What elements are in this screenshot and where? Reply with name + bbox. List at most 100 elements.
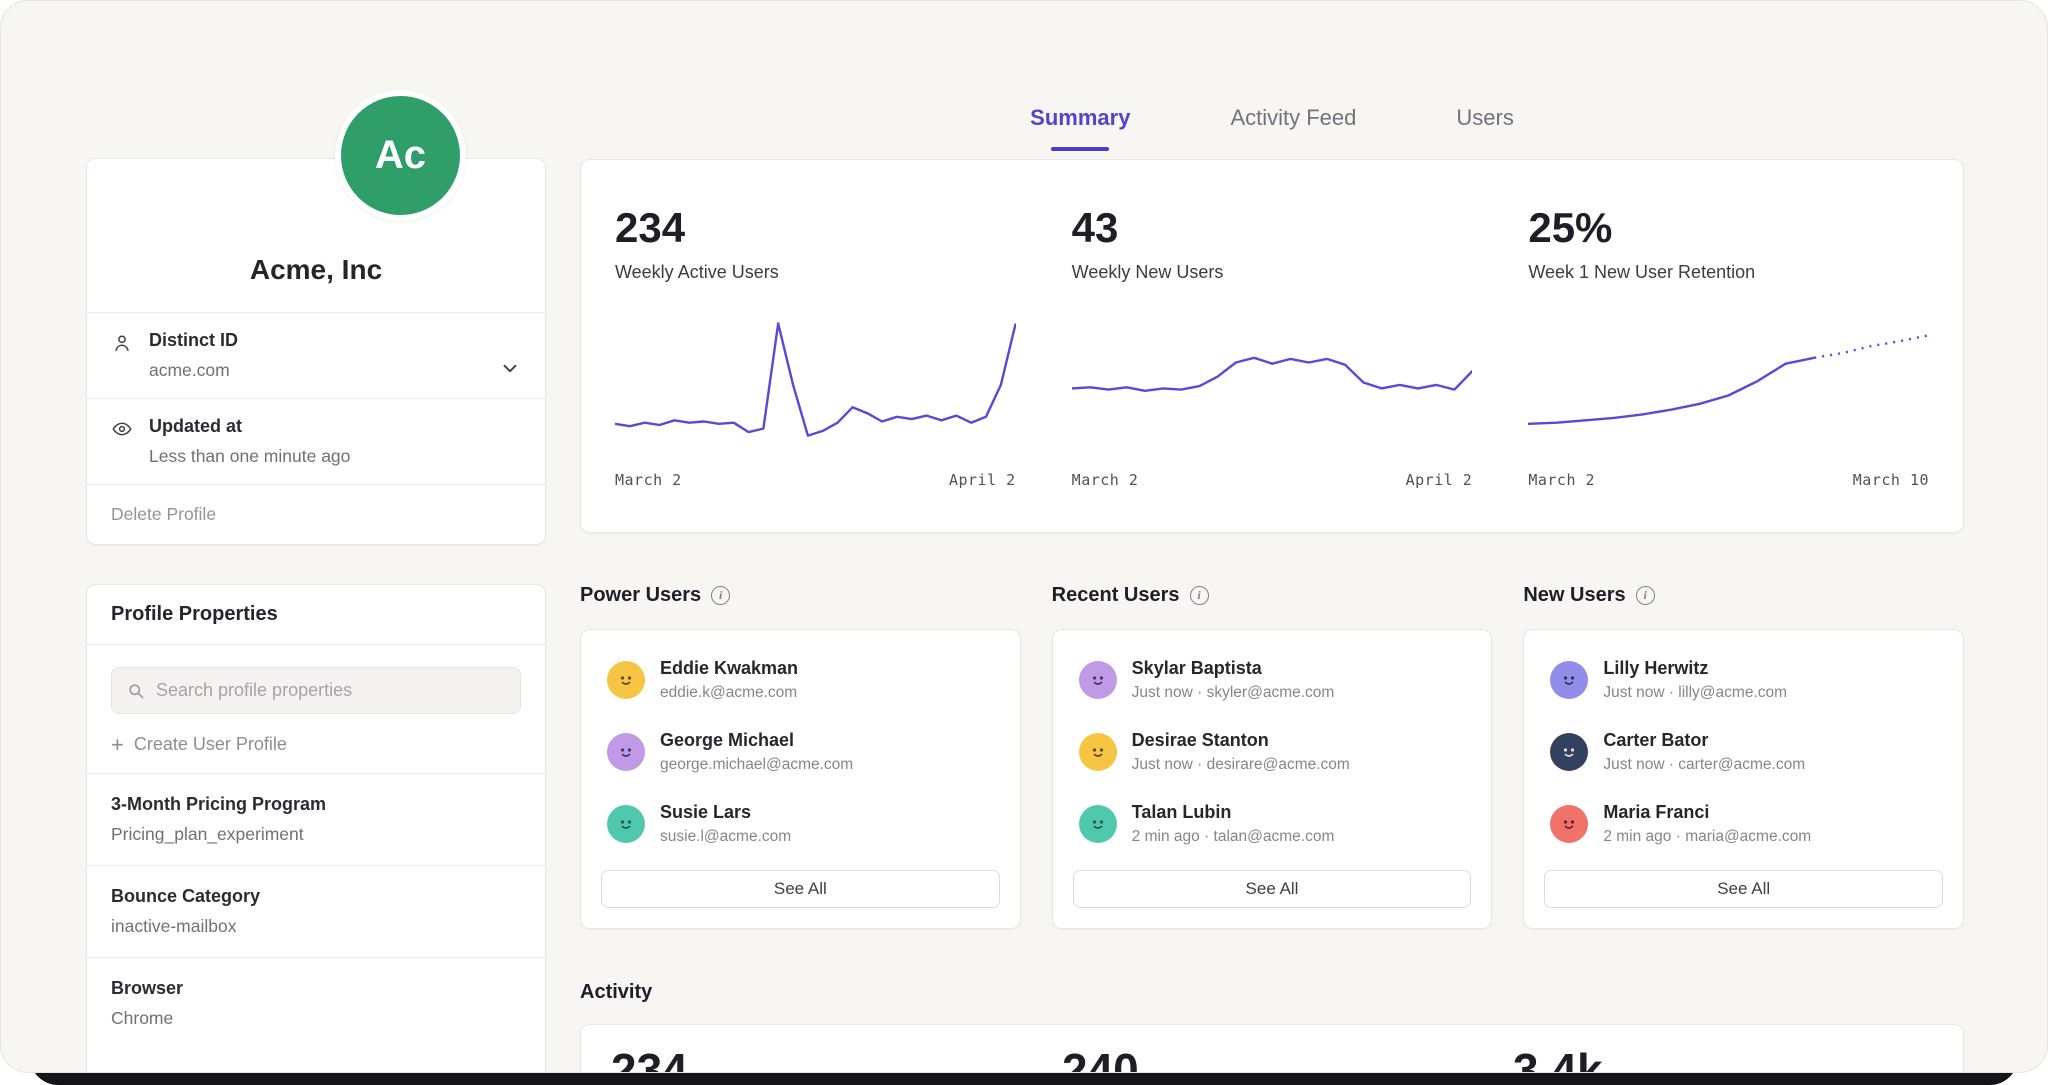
user-name: Maria Franci [1603,802,1811,823]
app-container: Ac Acme, Inc Distinct ID acme.com [0,0,2048,1073]
user-list-item[interactable]: Desirae Stanton Just now · desirare@acme… [1053,716,1492,788]
user-avatar [1550,733,1588,771]
property-value: Pricing_plan_experiment [111,824,521,845]
user-list-item[interactable]: Talan Lubin 2 min ago · talan@acme.com [1053,788,1492,860]
x-axis-ticks: March 2 April 2 [1072,471,1473,489]
user-name: Eddie Kwakman [660,658,798,679]
metric-label: Weekly Active Users [615,262,1016,283]
smiley-face-icon [1086,668,1110,692]
property-name: Bounce Category [111,886,521,907]
user-list-item[interactable]: Eddie Kwakman eddie.k@acme.com [581,644,1020,716]
user-avatar [607,805,645,843]
metric-weekly-new-users: 43 Weekly New Users March 2 April 2 [1072,160,1473,532]
user-name: Desirae Stanton [1132,730,1350,751]
user-meta: susie.l@acme.com [660,828,791,846]
tick-start: March 2 [615,471,682,489]
user-avatar [607,661,645,699]
metric-value: 234 [615,204,1016,252]
recent-users-section: Recent Users i Skylar Baptista Just now … [1052,584,1493,929]
section-title: Power Users [580,584,701,607]
user-name: Susie Lars [660,802,791,823]
user-name: Carter Bator [1603,730,1805,751]
recent-users-header: Recent Users i [1052,584,1493,607]
tab-activity-feed[interactable]: Activity Feed [1230,105,1356,151]
new-users-section: New Users i Lilly Herwitz Just now · lil… [1523,584,1964,929]
smiley-face-icon [1557,812,1581,836]
property-row: 3-Month Pricing Program Pricing_plan_exp… [87,773,545,865]
user-avatar [1079,805,1117,843]
user-avatar [607,733,645,771]
search-input[interactable] [156,680,506,701]
x-axis-ticks: March 2 March 10 [1528,471,1929,489]
delete-profile-button[interactable]: Delete Profile [87,484,545,544]
activity-metric-col: 3.4k [1513,1043,1933,1073]
user-avatar [1550,805,1588,843]
updated-at-row: Updated at Less than one minute ago [87,398,545,484]
user-list-item[interactable]: Maria Franci 2 min ago · maria@acme.com [1524,788,1963,860]
weekly-active-users-chart [615,313,1016,445]
new-users-header: New Users i [1523,584,1964,607]
tab-summary[interactable]: Summary [1030,105,1130,151]
user-avatar [1550,661,1588,699]
see-all-button[interactable]: See All [1073,870,1472,908]
activity-metric-col: 234 [611,1043,1031,1073]
user-list-item[interactable]: Carter Bator Just now · carter@acme.com [1524,716,1963,788]
user-name: Talan Lubin [1132,802,1335,823]
user-avatar [1079,661,1117,699]
company-avatar: Ac [335,90,466,221]
profile-card-head: Acme, Inc [87,159,545,312]
window: Ac Acme, Inc Distinct ID acme.com [0,0,2048,1085]
smiley-face-icon [614,812,638,836]
info-icon[interactable]: i [1636,586,1655,605]
user-meta: Just now · desirare@acme.com [1132,756,1350,774]
see-all-button[interactable]: See All [1544,870,1943,908]
activity-card: 234 240 3.4k [580,1024,1964,1073]
activity-section-title: Activity [580,981,1964,1004]
user-meta: Just now · skyler@acme.com [1132,684,1335,702]
tab-users[interactable]: Users [1456,105,1513,151]
property-value: Chrome [111,1008,521,1029]
divider [87,644,545,645]
search-icon [126,681,146,701]
plus-icon: + [111,736,124,754]
user-list-item[interactable]: George Michael george.michael@acme.com [581,716,1020,788]
property-value: inactive-mailbox [111,916,521,937]
metric-value: 25% [1528,204,1929,252]
smiley-face-icon [1557,740,1581,764]
section-title: Recent Users [1052,584,1180,607]
user-meta: 2 min ago · maria@acme.com [1603,828,1811,846]
company-name: Acme, Inc [250,254,382,286]
property-name: Browser [111,978,521,999]
user-meta: eddie.k@acme.com [660,684,798,702]
smiley-face-icon [1086,740,1110,764]
metric-value: 43 [1072,204,1473,252]
user-list-item[interactable]: Skylar Baptista Just now · skyler@acme.c… [1053,644,1492,716]
power-users-section: Power Users i Eddie Kwakman eddie.k@acme… [580,584,1021,929]
user-name: Skylar Baptista [1132,658,1335,679]
distinct-id-row[interactable]: Distinct ID acme.com [87,312,545,398]
info-icon[interactable]: i [1190,586,1209,605]
tick-end: April 2 [1406,471,1473,489]
info-icon[interactable]: i [711,586,730,605]
smiley-face-icon [1557,668,1581,692]
tick-start: March 2 [1528,471,1595,489]
updated-at-text: Updated at Less than one minute ago [149,416,350,467]
eye-icon [111,418,133,440]
profile-card: Acme, Inc Distinct ID acme.com [86,158,546,545]
create-user-profile-button[interactable]: + Create User Profile [111,734,287,755]
user-meta: george.michael@acme.com [660,756,853,774]
updated-at-value: Less than one minute ago [149,446,350,467]
see-all-button[interactable]: See All [601,870,1000,908]
profile-sidebar: Ac Acme, Inc Distinct ID acme.com [86,1,546,1073]
new-users-card: Lilly Herwitz Just now · lilly@acme.com … [1523,629,1964,929]
user-list-item[interactable]: Lilly Herwitz Just now · lilly@acme.com [1524,644,1963,716]
chevron-down-icon[interactable] [499,357,521,379]
updated-at-label: Updated at [149,416,350,437]
metric-label: Week 1 New User Retention [1528,262,1929,283]
metric-week1-retention: 25% Week 1 New User Retention March 2 Ma… [1528,160,1929,532]
profile-properties-search[interactable] [111,667,521,714]
profile-properties-card: Profile Properties + Create User Profile… [86,584,546,1073]
week1-retention-chart [1528,313,1929,445]
tick-end: April 2 [949,471,1016,489]
user-list-item[interactable]: Susie Lars susie.l@acme.com [581,788,1020,860]
